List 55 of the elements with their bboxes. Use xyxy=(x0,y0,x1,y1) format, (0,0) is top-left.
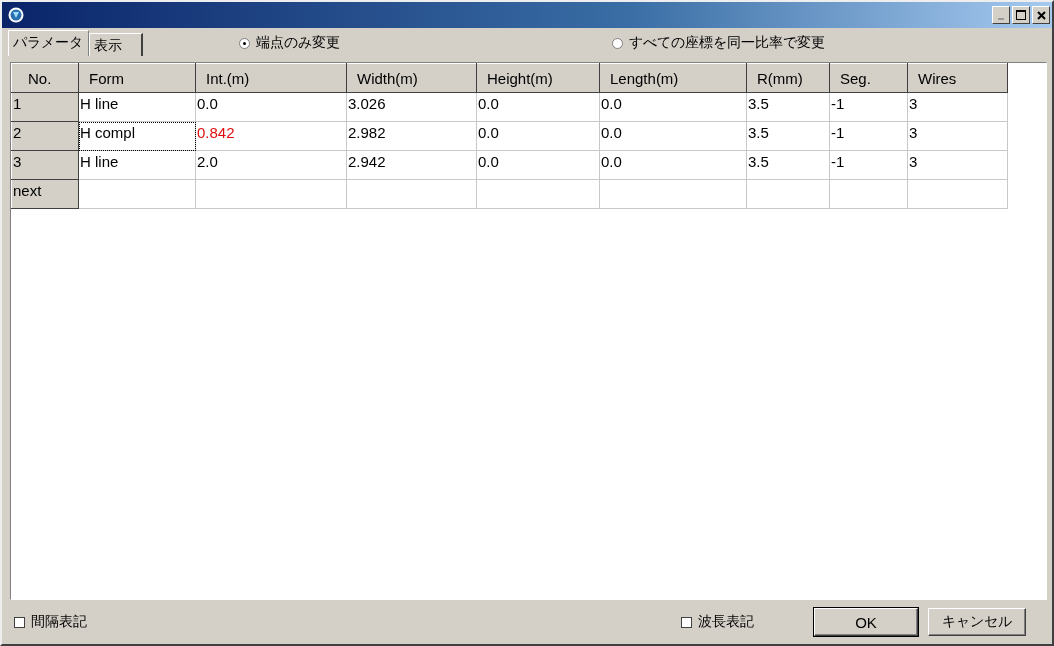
table-cell[interactable]: 2.0 xyxy=(195,150,347,180)
checkbox-label: 波長表記 xyxy=(698,613,754,631)
table-cell[interactable]: 0.0 xyxy=(476,121,600,151)
radio-button[interactable] xyxy=(612,37,623,49)
table-cell[interactable]: 0.0 xyxy=(599,150,747,180)
column-header[interactable]: No. xyxy=(11,63,79,93)
row-header[interactable]: next xyxy=(11,179,79,209)
column-header[interactable]: Int.(m) xyxy=(195,63,347,93)
column-header[interactable]: Height(m) xyxy=(476,63,600,93)
table-cell[interactable]: 0.0 xyxy=(599,121,747,151)
table-cell[interactable]: 3 xyxy=(907,92,1008,122)
row-header[interactable]: 1 xyxy=(11,92,79,122)
radio-label: 端点のみ変更 xyxy=(256,34,340,52)
table-cell[interactable]: 3.5 xyxy=(746,121,830,151)
table-cell[interactable]: 0.0 xyxy=(476,150,600,180)
table-cell[interactable]: 0.842 xyxy=(195,121,347,151)
table-cell[interactable]: H compl xyxy=(78,121,196,151)
column-header[interactable]: Seg. xyxy=(829,63,908,93)
checkbox[interactable] xyxy=(681,616,692,628)
column-header[interactable]: Wires xyxy=(907,63,1008,93)
table-cell[interactable]: 0.0 xyxy=(599,92,747,122)
tab[interactable]: 表示 xyxy=(89,33,143,56)
table-cell[interactable]: H line xyxy=(78,92,196,122)
app-icon xyxy=(8,7,24,23)
radio-label: すべての座標を同一比率で変更 xyxy=(629,34,825,52)
checkbox[interactable] xyxy=(14,616,25,628)
column-header[interactable]: Form xyxy=(78,63,196,93)
close-icon xyxy=(1036,11,1046,20)
table-cell[interactable]: 3.5 xyxy=(746,92,830,122)
minimize-icon xyxy=(998,18,1004,20)
table-cell[interactable]: 3.5 xyxy=(746,150,830,180)
column-header[interactable]: R(mm) xyxy=(746,63,830,93)
column-header[interactable]: Width(m) xyxy=(346,63,477,93)
radio-button[interactable] xyxy=(239,37,250,49)
table-cell[interactable]: -1 xyxy=(829,121,908,151)
table-cell[interactable]: 3 xyxy=(907,150,1008,180)
table-cell[interactable]: -1 xyxy=(829,92,908,122)
tab[interactable]: パラメータ xyxy=(8,30,89,56)
close-button[interactable] xyxy=(1032,6,1050,24)
table-cell[interactable]: 3 xyxy=(907,121,1008,151)
column-header[interactable]: Length(m) xyxy=(599,63,747,93)
table-cell[interactable]: -1 xyxy=(829,150,908,180)
ok-button[interactable]: OK xyxy=(814,608,918,636)
table-cell[interactable]: 3.026 xyxy=(346,92,477,122)
table-cell[interactable]: 2.942 xyxy=(346,150,477,180)
checkbox-label: 間隔表記 xyxy=(31,613,87,631)
cancel-button[interactable]: キャンセル xyxy=(928,608,1026,636)
table-cell[interactable]: 0.0 xyxy=(195,92,347,122)
row-header[interactable]: 3 xyxy=(11,150,79,180)
table-cell[interactable]: 2.982 xyxy=(346,121,477,151)
table-cell[interactable]: H line xyxy=(78,150,196,180)
table-cell[interactable]: 0.0 xyxy=(476,92,600,122)
maximize-icon xyxy=(1016,10,1026,20)
maximize-button[interactable] xyxy=(1012,6,1030,24)
row-header[interactable]: 2 xyxy=(11,121,79,151)
